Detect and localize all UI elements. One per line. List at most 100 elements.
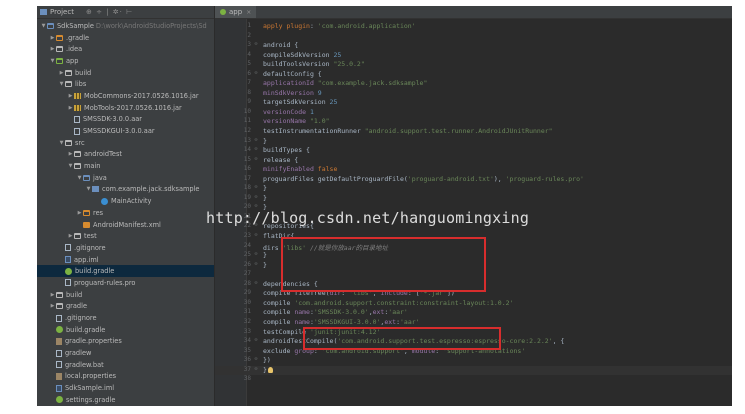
- code-line[interactable]: 5 buildToolsVersion "25.0.2": [215, 60, 732, 70]
- chevron-right-icon[interactable]: ▶: [58, 70, 65, 76]
- tree-item[interactable]: .gitignore: [37, 242, 214, 254]
- code-line[interactable]: 16 minifyEnabled false: [215, 165, 732, 175]
- code-token: 1: [309, 107, 314, 116]
- tree-item[interactable]: SMSSDKGUI-3.0.0.aar: [37, 125, 214, 137]
- tree-item[interactable]: ▼ libs: [37, 78, 214, 90]
- code-line[interactable]: 10 versionCode 1: [215, 108, 732, 118]
- tab-app-build-gradle[interactable]: app ×: [215, 6, 257, 18]
- tree-item[interactable]: MainActivity: [37, 195, 214, 207]
- project-view-selector[interactable]: Project: [50, 8, 86, 16]
- tree-item[interactable]: ▶ MobCommons-2017.0526.1016.jar: [37, 90, 214, 102]
- tree-item[interactable]: ▶ gradle: [37, 301, 214, 313]
- chevron-right-icon[interactable]: ▶: [49, 35, 56, 41]
- code-text: compile name:'SMSSDK-3.0.0',ext:'aar': [259, 308, 732, 318]
- code-text: applicationId "com.example.jack.sdksampl…: [259, 79, 732, 89]
- tree-item[interactable]: build.gradle: [37, 324, 214, 336]
- chevron-right-icon[interactable]: ▶: [67, 105, 74, 111]
- tree-item[interactable]: ▼ app: [37, 55, 214, 67]
- line-number: 8: [247, 88, 251, 96]
- chevron-down-icon[interactable]: ▼: [40, 23, 47, 29]
- chevron-down-icon[interactable]: ▼: [76, 175, 83, 181]
- code-line[interactable]: 7 applicationId "com.example.jack.sdksam…: [215, 79, 732, 89]
- tree-item[interactable]: app.iml: [37, 254, 214, 266]
- tree-item[interactable]: gradlew: [37, 347, 214, 359]
- tree-item[interactable]: proguard-rules.pro: [37, 277, 214, 289]
- project-panel-toolbar[interactable]: ⊕ ÷ | ✲· ⊢: [86, 8, 133, 16]
- chevron-down-icon[interactable]: ▼: [49, 58, 56, 64]
- tree-item-label: .idea: [66, 45, 83, 54]
- tree-item[interactable]: ▶ test: [37, 230, 214, 242]
- chevron-down-icon[interactable]: ▼: [58, 140, 65, 146]
- code-line[interactable]: 31 compile name:'SMSSDK-3.0.0',ext:'aar': [215, 308, 732, 318]
- code-line[interactable]: 8 minSdkVersion 9: [215, 89, 732, 99]
- tree-item[interactable]: ▶ androidTest: [37, 149, 214, 161]
- code-text: versionCode 1: [259, 108, 732, 118]
- line-number: 9: [247, 98, 251, 106]
- chevron-down-icon[interactable]: ▼: [67, 163, 74, 169]
- code-text: }: [259, 184, 732, 194]
- chevron-right-icon[interactable]: ▶: [67, 151, 74, 157]
- line-number: 26: [243, 260, 251, 268]
- chevron-right-icon[interactable]: ▶: [76, 210, 83, 216]
- code-line[interactable]: 18 ⊖ }: [215, 184, 732, 194]
- tree-item[interactable]: gradlew.bat: [37, 359, 214, 371]
- tree-item[interactable]: ▼ java: [37, 172, 214, 184]
- code-token: compile: [263, 317, 295, 326]
- tree-item[interactable]: ▼ SdkSample D:\work\AndroidStudioProjects\…: [37, 20, 214, 32]
- code-line[interactable]: 17 proguardFiles getDefaultProguardFile(…: [215, 175, 732, 185]
- code-line[interactable]: 37 ⊖}: [215, 365, 732, 376]
- tree-item[interactable]: gradle.properties: [37, 336, 214, 348]
- line-number: 2: [247, 31, 251, 39]
- code-token: ext: [372, 308, 385, 317]
- tree-item[interactable]: ▶ .gradle: [37, 32, 214, 44]
- tree-item[interactable]: AndroidManifest.xml: [37, 219, 214, 231]
- tree-item[interactable]: ▶ build: [37, 289, 214, 301]
- tree-item[interactable]: ▶ build: [37, 67, 214, 79]
- code-line[interactable]: 36 ⊖ }): [215, 356, 732, 366]
- code-line[interactable]: 14 ⊖ buildTypes {: [215, 146, 732, 156]
- chevron-down-icon[interactable]: ▼: [85, 186, 92, 192]
- code-line[interactable]: 38: [215, 375, 732, 385]
- tree-item[interactable]: ▶ MobTools-2017.0526.1016.jar: [37, 102, 214, 114]
- folder-orange-icon: [83, 209, 90, 216]
- chevron-down-icon[interactable]: ▼: [58, 81, 65, 87]
- project-view-icon[interactable]: [40, 9, 47, 15]
- code-token: }: [263, 251, 267, 260]
- tree-item[interactable]: ▶ res: [37, 207, 214, 219]
- line-number: 10: [243, 107, 251, 115]
- code-line[interactable]: 9 targetSdkVersion 25: [215, 98, 732, 108]
- tree-item[interactable]: ▼ src: [37, 137, 214, 149]
- tree-item[interactable]: ▶ .idea: [37, 43, 214, 55]
- chevron-right-icon[interactable]: ▶: [67, 233, 74, 239]
- code-line[interactable]: 11 versionName "1.0": [215, 117, 732, 127]
- code-line[interactable]: 15 ⊖ release {: [215, 156, 732, 166]
- code-token: proguardFiles getDefaultProguardFile(: [263, 174, 408, 183]
- tree-item[interactable]: .gitignore: [37, 312, 214, 324]
- tree-item[interactable]: build.gradle: [37, 265, 214, 278]
- tree-item[interactable]: ▼ com.example.jack.sdksample: [37, 184, 214, 196]
- code-line[interactable]: 1 apply plugin: 'com.android.application': [215, 22, 732, 32]
- chevron-right-icon[interactable]: ▶: [67, 93, 74, 99]
- code-line[interactable]: 13 ⊖ }: [215, 137, 732, 147]
- code-line[interactable]: 12 testInstrumentationRunner "android.su…: [215, 127, 732, 137]
- tree-item[interactable]: SMSSDK-3.0.0.aar: [37, 114, 214, 126]
- folder-icon: [74, 233, 81, 240]
- tree-item[interactable]: settings.gradle: [37, 394, 214, 406]
- code-line[interactable]: 2: [215, 32, 732, 42]
- tree-item[interactable]: local.properties: [37, 371, 214, 383]
- close-icon[interactable]: ×: [246, 9, 251, 16]
- code-line[interactable]: 19 ⊖ }: [215, 194, 732, 204]
- chevron-right-icon[interactable]: ▶: [49, 303, 56, 309]
- code-token: }): [263, 356, 271, 365]
- lightbulb-icon[interactable]: [267, 366, 273, 373]
- code-line[interactable]: 4 compileSdkVersion 25: [215, 51, 732, 61]
- code-line[interactable]: 3 ⊖ android {: [215, 41, 732, 51]
- code-line[interactable]: 6 ⊖ defaultConfig {: [215, 70, 732, 80]
- tree-item[interactable]: ▼ main: [37, 160, 214, 172]
- tree-item[interactable]: SdkSample.iml: [37, 382, 214, 394]
- code-token: 'SMSSDK-3.0.0': [313, 308, 369, 317]
- code-line[interactable]: 30 compile 'com.android.support.constrai…: [215, 299, 732, 309]
- chevron-right-icon[interactable]: ▶: [49, 46, 56, 52]
- folder-green-icon: [56, 57, 63, 64]
- chevron-right-icon[interactable]: ▶: [49, 292, 56, 298]
